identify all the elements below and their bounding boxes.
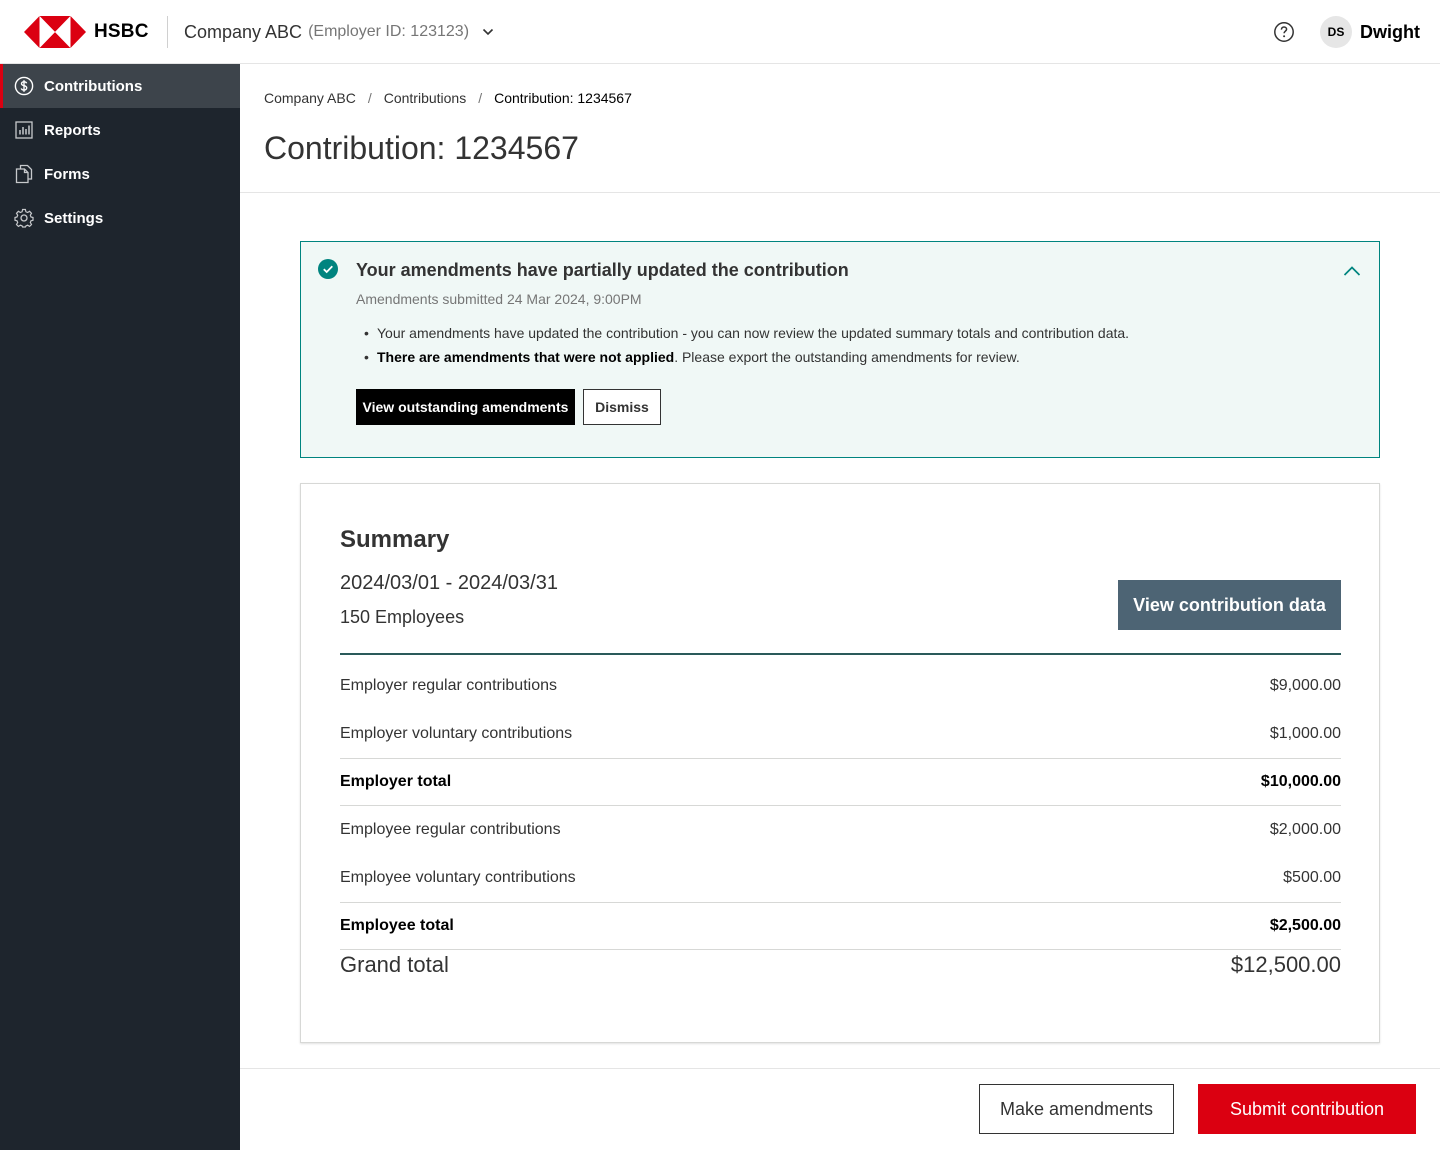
submit-contribution-button[interactable]: Submit contribution <box>1198 1084 1416 1134</box>
row-amount: $2,500.00 <box>1269 917 1341 934</box>
breadcrumb-separator: / <box>478 90 483 106</box>
bullet-text: Your amendments have updated the contrib… <box>377 325 1130 341</box>
brand-name: HSBC <box>94 21 149 42</box>
gear-icon <box>14 208 34 228</box>
row-amount: $2,000.00 <box>1269 821 1341 838</box>
table-row: Employer voluntary contributions $1,000.… <box>340 710 1341 758</box>
grand-total-label: Grand total <box>340 952 449 977</box>
notification-details: Your amendments have updated the contrib… <box>364 321 1129 369</box>
view-outstanding-amendments-button[interactable]: View outstanding amendments <box>356 389 575 425</box>
table-row: Employee regular contributions $2,000.00 <box>340 806 1341 854</box>
table-row: Employer regular contributions $9,000.00 <box>340 662 1341 710</box>
page-header: Company ABC / Contributions / Contributi… <box>240 64 1440 193</box>
action-footer: Make amendments Submit contribution <box>240 1068 1440 1150</box>
top-bar: HSBC Company ABC (Employer ID: 123123) D… <box>0 0 1440 64</box>
hsbc-hexagon-logo <box>24 16 86 48</box>
help-icon[interactable] <box>1272 20 1296 44</box>
sidebar-item-forms[interactable]: Forms <box>0 152 240 196</box>
row-label: Employee regular contributions <box>340 821 561 838</box>
user-name[interactable]: Dwight <box>1360 20 1420 44</box>
sidebar-item-reports[interactable]: Reports <box>0 108 240 152</box>
bullet-text: . Please export the outstanding amendmen… <box>674 349 1020 365</box>
amendment-notification: Your amendments have partially updated t… <box>300 241 1380 458</box>
row-label: Employer voluntary contributions <box>340 725 573 742</box>
notification-title: Your amendments have partially updated t… <box>356 260 849 280</box>
table-row: Employee voluntary contributions $500.00 <box>340 854 1341 902</box>
sidebar-item-label: Reports <box>44 121 101 139</box>
row-amount: $10,000.00 <box>1260 773 1341 790</box>
breadcrumb-company[interactable]: Company ABC <box>264 90 356 106</box>
row-label: Employee voluntary contributions <box>340 869 576 886</box>
breadcrumb-contributions[interactable]: Contributions <box>384 90 467 106</box>
breadcrumb: Company ABC / Contributions / Contributi… <box>264 90 632 106</box>
employee-count: 150 Employees <box>340 607 465 627</box>
notification-bullet: There are amendments that were not appli… <box>364 345 1129 369</box>
avatar[interactable]: DS <box>1320 16 1352 48</box>
table-row-total: Employer total $10,000.00 <box>340 758 1341 806</box>
breadcrumb-current: Contribution: 1234567 <box>494 90 632 106</box>
row-amount: $500.00 <box>1283 869 1341 886</box>
row-label: Employer total <box>340 773 452 790</box>
company-name: Company ABC <box>184 21 303 42</box>
summary-divider <box>340 653 1341 655</box>
row-amount: $9,000.00 <box>1269 677 1341 694</box>
sidebar-item-contributions[interactable]: Contributions <box>0 64 240 108</box>
row-amount: $1,000.00 <box>1269 725 1341 742</box>
bar-chart-icon <box>14 120 34 140</box>
contribution-period: 2024/03/01 - 2024/03/31 <box>340 572 558 594</box>
grand-total-amount: $12,500.00 <box>1230 952 1341 977</box>
row-label: Employer regular contributions <box>340 677 557 694</box>
table-row-total: Employee total $2,500.00 <box>340 902 1341 950</box>
grand-total: Grand total $12,500.00 <box>340 951 1341 979</box>
company-switcher[interactable]: Company ABC (Employer ID: 123123) <box>184 20 495 44</box>
view-contribution-data-button[interactable]: View contribution data <box>1118 580 1341 630</box>
check-circle-icon <box>318 259 338 279</box>
bullet-bold-text: There are amendments that were not appli… <box>377 349 675 365</box>
dollar-circle-icon <box>14 76 34 96</box>
header-divider <box>167 16 168 48</box>
sidebar-item-settings[interactable]: Settings <box>0 196 240 240</box>
sidebar-item-label: Contributions <box>44 77 143 95</box>
notification-bullet: Your amendments have updated the contrib… <box>364 321 1129 345</box>
make-amendments-button[interactable]: Make amendments <box>979 1084 1174 1134</box>
sidebar-item-label: Forms <box>44 165 90 183</box>
summary-card: Summary 2024/03/01 - 2024/03/31 150 Empl… <box>300 483 1380 1043</box>
sidebar: Contributions Reports Forms Settings <box>0 64 240 1150</box>
page-title: Contribution: 1234567 <box>264 130 579 166</box>
hsbc-logo[interactable]: HSBC <box>24 16 149 48</box>
documents-icon <box>14 164 34 184</box>
sidebar-item-label: Settings <box>44 209 104 227</box>
employer-id: (Employer ID: 123123) <box>308 23 470 40</box>
chevron-down-icon[interactable] <box>481 25 495 39</box>
summary-title: Summary <box>340 526 450 553</box>
notification-timestamp: Amendments submitted 24 Mar 2024, 9:00PM <box>356 291 642 307</box>
summary-table: Employer regular contributions $9,000.00… <box>340 662 1341 950</box>
breadcrumb-separator: / <box>367 90 372 106</box>
chevron-up-icon[interactable] <box>1341 260 1363 282</box>
row-label: Employee total <box>340 917 454 934</box>
dismiss-button[interactable]: Dismiss <box>583 389 661 425</box>
